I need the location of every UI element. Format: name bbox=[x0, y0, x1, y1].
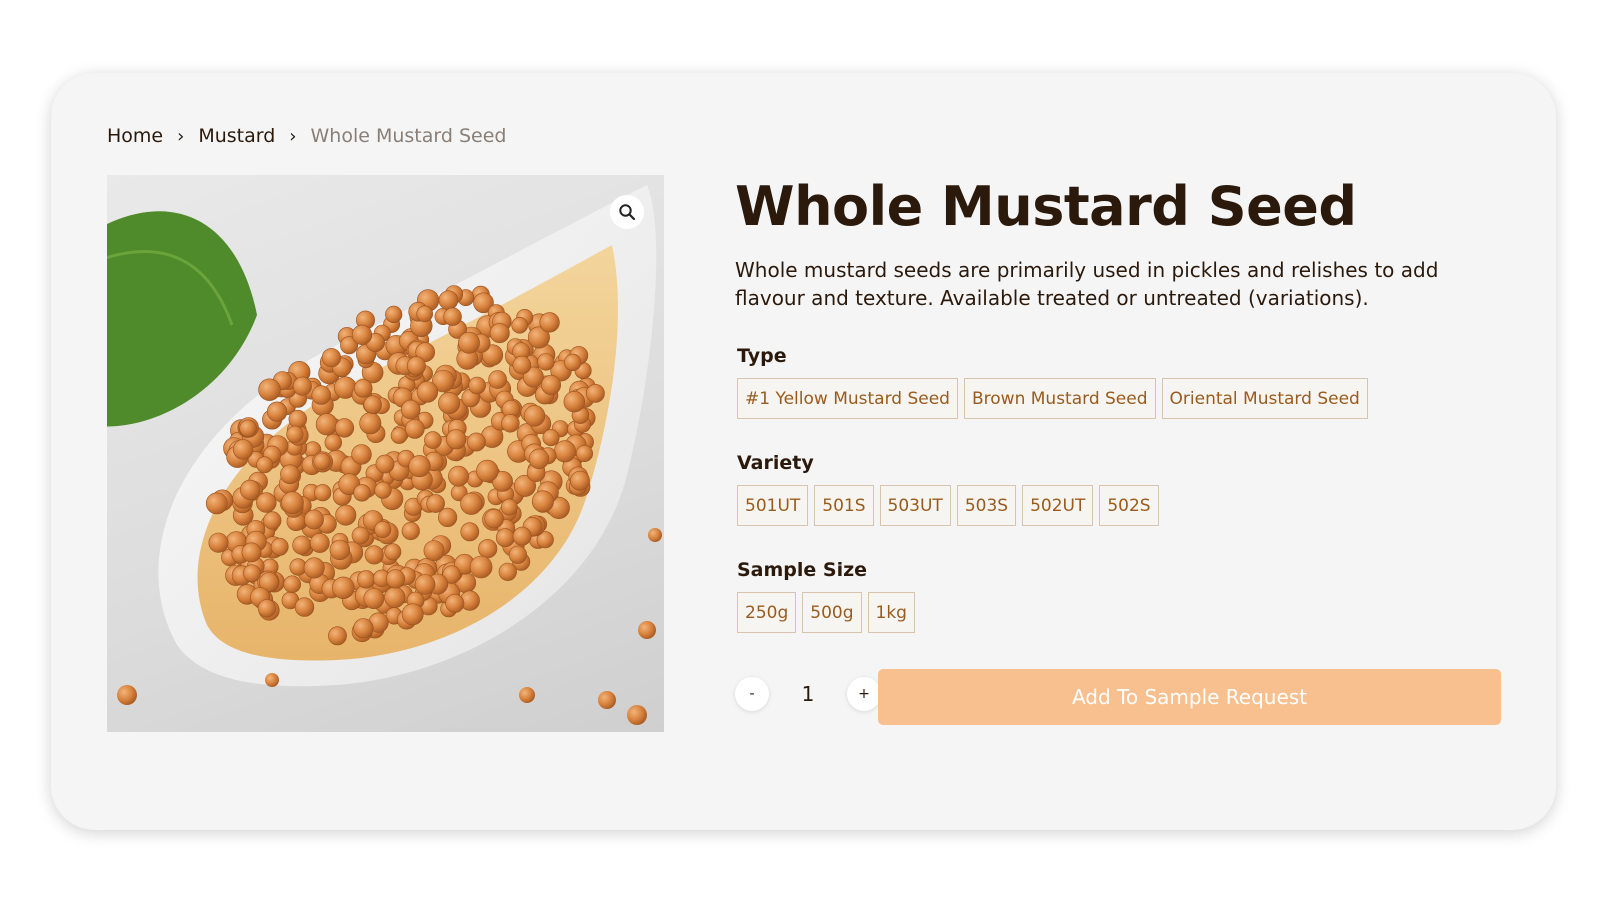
variety-swatch[interactable]: 502S bbox=[1099, 485, 1159, 526]
type-label: Type bbox=[737, 345, 787, 367]
quantity-stepper: - 1 + bbox=[735, 677, 881, 711]
quantity-value[interactable]: 1 bbox=[769, 682, 847, 706]
sample-size-swatch[interactable]: 500g bbox=[802, 592, 862, 633]
variety-swatch[interactable]: 502UT bbox=[1022, 485, 1094, 526]
variety-swatch[interactable]: 501S bbox=[814, 485, 874, 526]
mustard-seed-photo bbox=[107, 185, 662, 725]
product-title: Whole Mustard Seed bbox=[735, 175, 1357, 238]
sample-size-label: Sample Size bbox=[737, 559, 868, 581]
variety-swatch[interactable]: 503S bbox=[956, 485, 1017, 526]
variety-swatch[interactable]: 503UT bbox=[879, 485, 951, 526]
type-swatch-oriental[interactable]: Oriental Mustard Seed bbox=[1161, 378, 1368, 419]
product-description: Whole mustard seeds are primarily used i… bbox=[735, 258, 1439, 310]
breadcrumb: Home › Mustard › Whole Mustard Seed bbox=[107, 125, 506, 147]
increment-button[interactable]: + bbox=[847, 677, 881, 711]
product-image[interactable] bbox=[107, 175, 664, 732]
variety-swatches: 501UT 501S 503UT 503S 502UT 502S bbox=[737, 485, 1159, 526]
sample-size-option-group: Sample Size 250g 500g 1kg bbox=[737, 559, 915, 633]
sample-size-swatches: 250g 500g 1kg bbox=[737, 592, 915, 633]
sample-size-swatch[interactable]: 1kg bbox=[867, 592, 915, 633]
zoom-icon bbox=[619, 204, 636, 221]
chevron-right-icon: › bbox=[177, 125, 185, 147]
chevron-right-icon: › bbox=[289, 125, 297, 147]
type-option-group: Type #1 Yellow Mustard Seed Brown Mustar… bbox=[737, 345, 1368, 419]
breadcrumb-current: Whole Mustard Seed bbox=[310, 125, 507, 147]
add-to-sample-request-button[interactable]: Add To Sample Request bbox=[878, 669, 1501, 725]
variety-label: Variety bbox=[737, 452, 814, 474]
type-swatches: #1 Yellow Mustard Seed Brown Mustard See… bbox=[737, 378, 1368, 419]
type-swatch-brown[interactable]: Brown Mustard Seed bbox=[963, 378, 1156, 419]
variety-swatch[interactable]: 501UT bbox=[737, 485, 809, 526]
sample-size-swatch[interactable]: 250g bbox=[737, 592, 797, 633]
product-card: Home › Mustard › Whole Mustard Seed Whol… bbox=[51, 73, 1556, 830]
zoom-button[interactable] bbox=[610, 195, 644, 229]
variety-option-group: Variety 501UT 501S 503UT 503S 502UT 502S bbox=[737, 452, 1159, 526]
breadcrumb-mustard[interactable]: Mustard bbox=[198, 125, 275, 147]
breadcrumb-home[interactable]: Home bbox=[107, 125, 163, 147]
type-swatch-yellow[interactable]: #1 Yellow Mustard Seed bbox=[737, 378, 958, 419]
decrement-button[interactable]: - bbox=[735, 677, 769, 711]
